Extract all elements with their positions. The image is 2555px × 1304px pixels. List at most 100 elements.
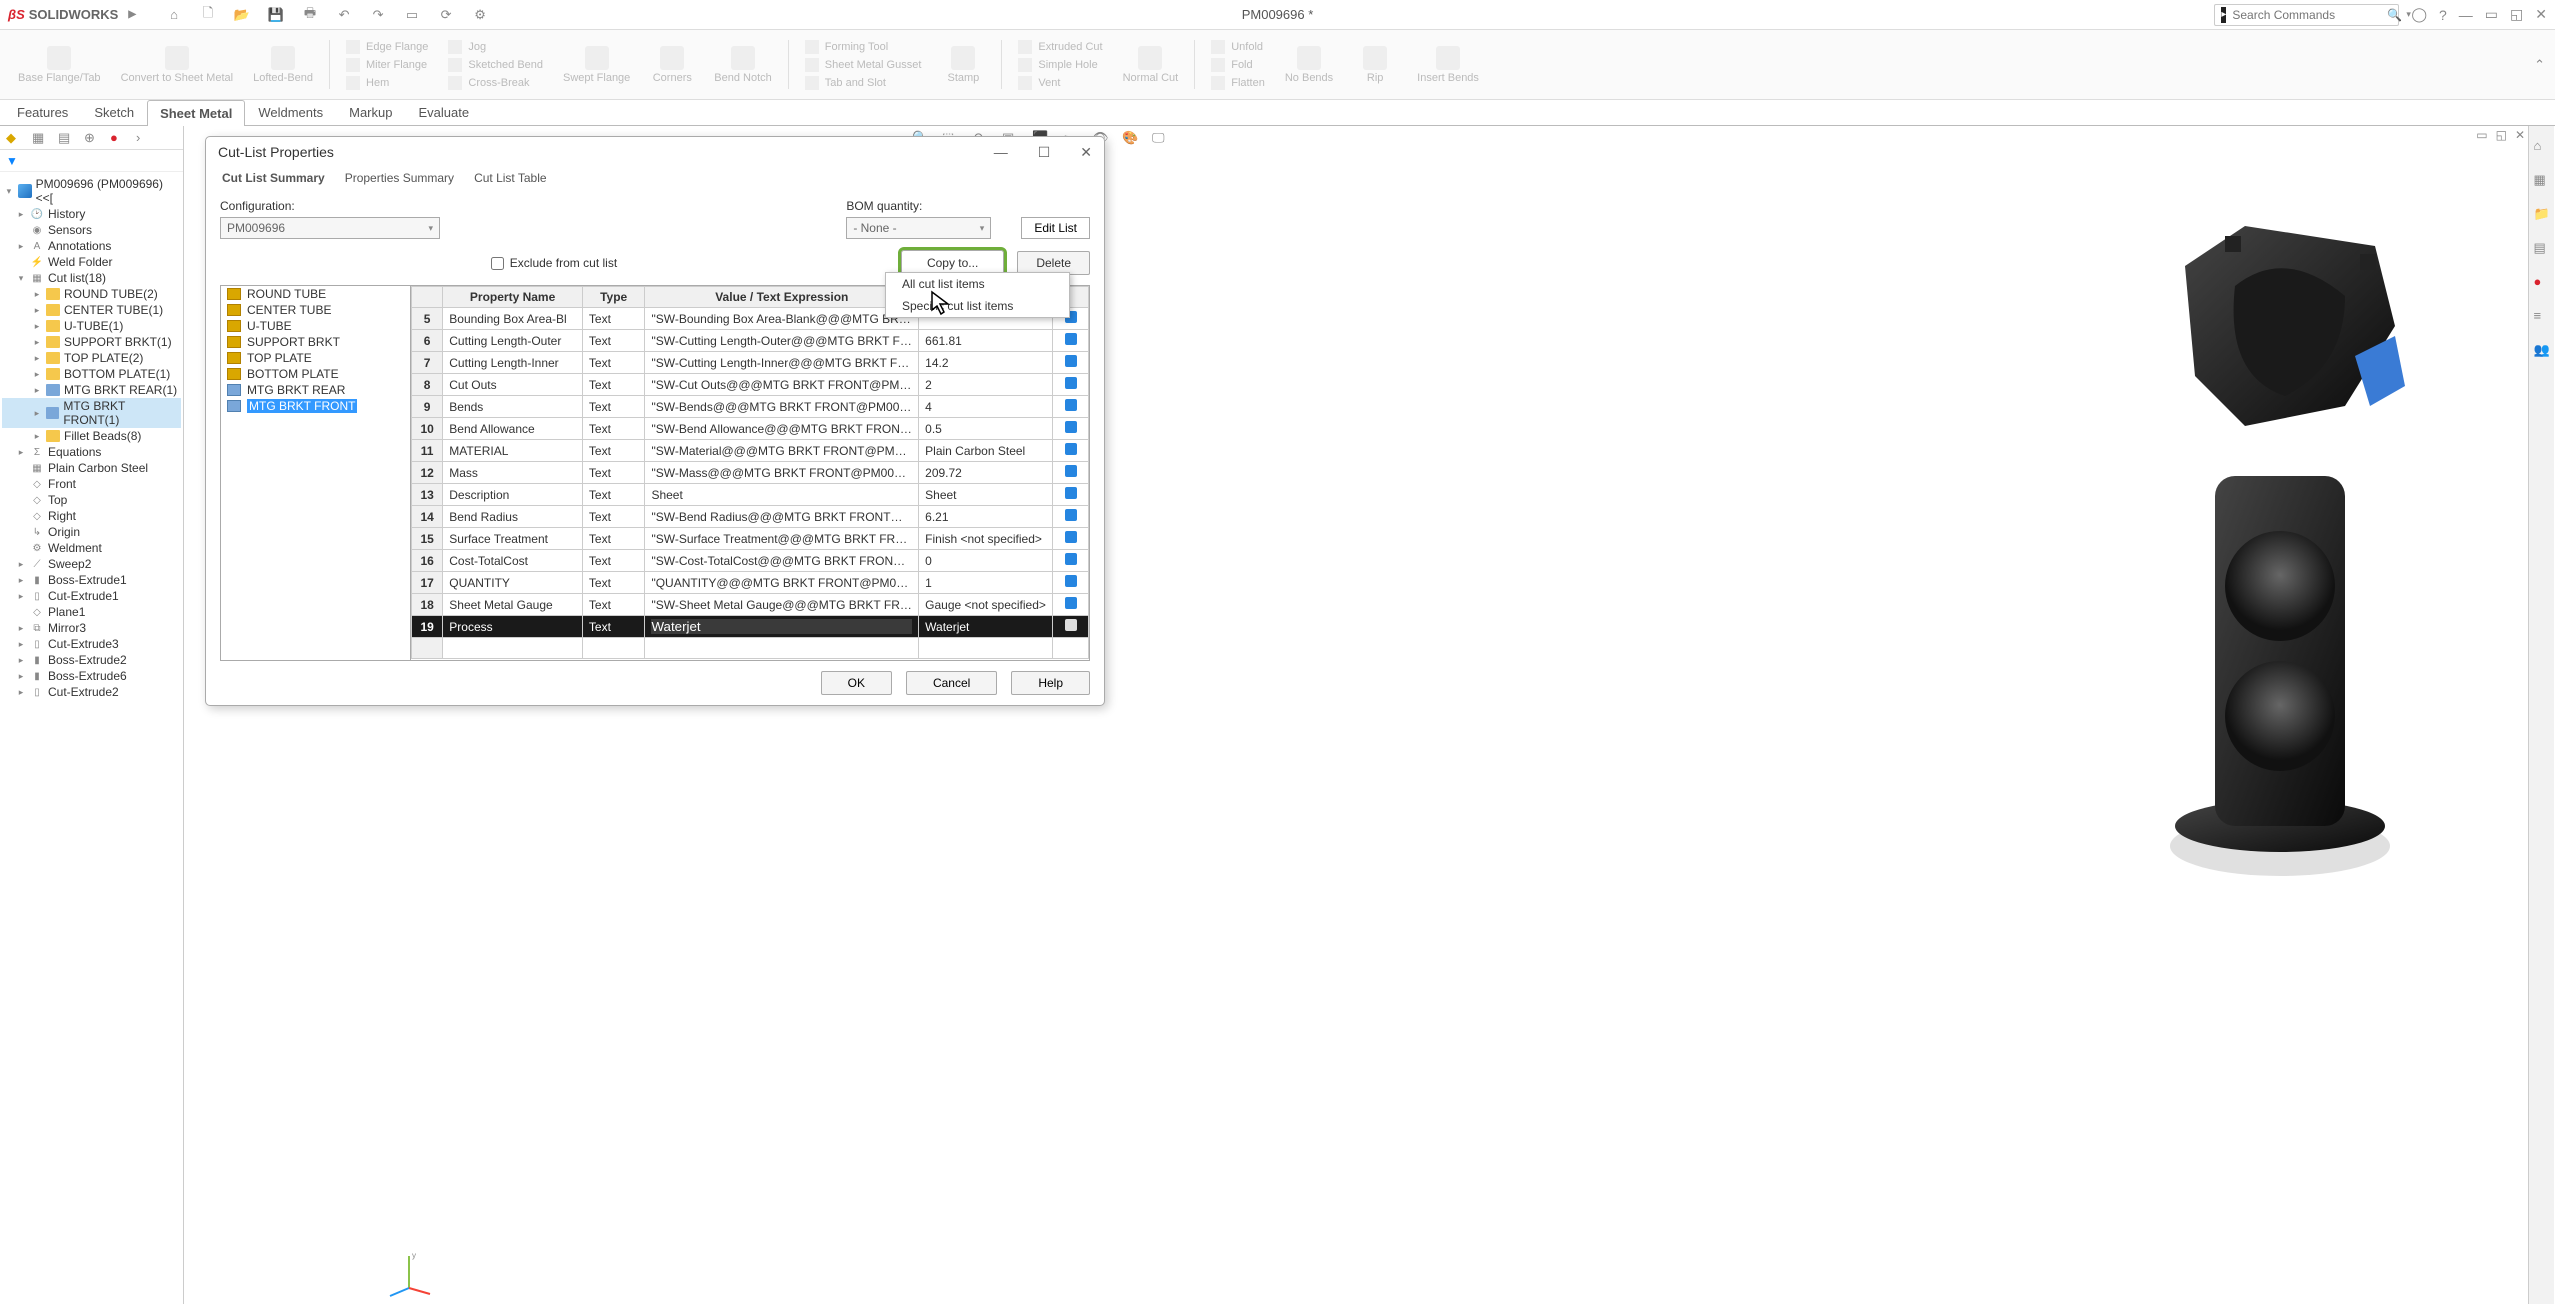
cell-type[interactable]: Text (582, 528, 645, 550)
fm-tab-display-icon[interactable]: ● (110, 130, 126, 146)
cell-property-name[interactable]: Cutting Length-Inner (443, 352, 583, 374)
cell-property-name[interactable]: Cut Outs (443, 374, 583, 396)
help-button[interactable]: Help (1011, 671, 1090, 695)
search-input[interactable] (2232, 8, 2387, 22)
rebuild-icon[interactable]: ⟳ (438, 7, 454, 23)
table-row[interactable]: 12MassText"SW-Mass@@@MTG BRKT FRONT@PM00… (412, 462, 1089, 484)
menu-specific-items[interactable]: Specific cut list items (886, 295, 1069, 317)
fm-tab-more-icon[interactable]: › (136, 130, 152, 146)
tab-sketch[interactable]: Sketch (81, 99, 147, 125)
cutlist-item[interactable]: CENTER TUBE (221, 302, 410, 318)
appearance-icon[interactable]: 🎨 (1122, 130, 1138, 146)
tree-bottom-plate[interactable]: ▸BOTTOM PLATE(1) (2, 366, 181, 382)
row-number[interactable]: 9 (412, 396, 443, 418)
row-number[interactable]: 6 (412, 330, 443, 352)
maximize-icon[interactable]: ◱ (2510, 6, 2523, 23)
tree-cut-ext3[interactable]: ▸▯Cut-Extrude3 (2, 636, 181, 652)
table-row[interactable]: 8Cut OutsText"SW-Cut Outs@@@MTG BRKT FRO… (412, 374, 1089, 396)
cell-link-check[interactable] (1053, 396, 1089, 418)
tree-plane1[interactable]: ▸◇Plane1 (2, 604, 181, 620)
cell-link-check[interactable] (1053, 462, 1089, 484)
cell-property-name[interactable]: Bend Radius (443, 506, 583, 528)
table-row[interactable]: 18Sheet Metal GaugeText"SW-Sheet Metal G… (412, 594, 1089, 616)
cell-type[interactable]: Text (582, 374, 645, 396)
tree-u-tube[interactable]: ▸U-TUBE(1) (2, 318, 181, 334)
cell-value-expr[interactable]: "SW-Bounding Box Area-Blank@@@MTG BRKT F (645, 308, 919, 330)
cell-property-name[interactable]: Bounding Box Area-Bl (443, 308, 583, 330)
table-row[interactable]: 16Cost-TotalCostText"SW-Cost-TotalCost@@… (412, 550, 1089, 572)
cell-type[interactable]: Text (582, 484, 645, 506)
cell-value-expr[interactable]: "SW-Cut Outs@@@MTG BRKT FRONT@PM0096 (645, 374, 919, 396)
cutlist-item[interactable]: TOP PLATE (221, 350, 410, 366)
tree-boss-ext6[interactable]: ▸▮Boss-Extrude6 (2, 668, 181, 684)
tree-boss-ext1[interactable]: ▸▮Boss-Extrude1 (2, 572, 181, 588)
tree-mtg-brkt-rear[interactable]: ▸MTG BRKT REAR(1) (2, 382, 181, 398)
cell-property-name[interactable]: Mass (443, 462, 583, 484)
table-row[interactable]: 17QUANTITYText"QUANTITY@@@MTG BRKT FRONT… (412, 572, 1089, 594)
cell-property-name[interactable]: Bends (443, 396, 583, 418)
table-row[interactable]: 19ProcessTextWaterjet (412, 616, 1089, 638)
cell-type[interactable]: Text (582, 462, 645, 484)
tree-right[interactable]: ▸◇Right (2, 508, 181, 524)
cell-value-expr[interactable]: "SW-Surface Treatment@@@MTG BRKT FRONT (645, 528, 919, 550)
exclude-checkbox[interactable]: Exclude from cut list (491, 256, 617, 270)
cell-type[interactable]: Text (582, 330, 645, 352)
row-number[interactable]: 15 (412, 528, 443, 550)
cell-link-check[interactable] (1053, 506, 1089, 528)
scene-icon[interactable]: 🖵 (1152, 130, 1168, 146)
restore-icon[interactable]: ▭ (2485, 6, 2498, 23)
tree-round-tube[interactable]: ▸ROUND TUBE(2) (2, 286, 181, 302)
tree-cut-ext1[interactable]: ▸▯Cut-Extrude1 (2, 588, 181, 604)
row-number[interactable]: 7 (412, 352, 443, 374)
cell-link-check[interactable] (1053, 550, 1089, 572)
cell-type[interactable]: Text (582, 396, 645, 418)
cell-link-check[interactable] (1053, 616, 1089, 638)
col-type[interactable]: Type (582, 287, 645, 308)
dialog-close-icon[interactable]: ✕ (1080, 144, 1092, 161)
minimize-icon[interactable]: — (2459, 7, 2473, 23)
table-row[interactable]: 10Bend AllowanceText"SW-Bend Allowance@@… (412, 418, 1089, 440)
table-row[interactable] (412, 638, 1089, 659)
dialog-maximize-icon[interactable]: ☐ (1038, 144, 1051, 161)
dialog-tab-table[interactable]: Cut List Table (472, 167, 549, 191)
app-menu-caret[interactable]: ▶ (128, 9, 136, 20)
cancel-button[interactable]: Cancel (906, 671, 997, 695)
tab-sheet-metal[interactable]: Sheet Metal (147, 100, 245, 126)
tab-evaluate[interactable]: Evaluate (405, 99, 482, 125)
tree-top[interactable]: ▸◇Top (2, 492, 181, 508)
bom-select[interactable]: - None -▾ (846, 217, 991, 239)
tab-features[interactable]: Features (4, 99, 81, 125)
cutlist-item[interactable]: U-TUBE (221, 318, 410, 334)
cell-property-name[interactable]: Bend Allowance (443, 418, 583, 440)
cell-property-name[interactable]: Cost-TotalCost (443, 550, 583, 572)
cell-link-check[interactable] (1053, 572, 1089, 594)
tree-sensors[interactable]: ▸◉Sensors (2, 222, 181, 238)
cell-link-check[interactable] (1053, 594, 1089, 616)
tree-front[interactable]: ▸◇Front (2, 476, 181, 492)
tree-cut-list[interactable]: ▾▦Cut list(18) (2, 270, 181, 286)
fm-tab-feature-icon[interactable]: ◆ (6, 130, 22, 146)
dialog-minimize-icon[interactable]: — (994, 144, 1008, 161)
cell-property-name[interactable]: Process (443, 616, 583, 638)
cell-value-expr[interactable] (645, 616, 919, 638)
user-icon[interactable]: ◯ (2411, 6, 2427, 23)
col-value-expr[interactable]: Value / Text Expression (645, 287, 919, 308)
table-row[interactable]: 6Cutting Length-OuterText"SW-Cutting Len… (412, 330, 1089, 352)
cell-type[interactable]: Text (582, 440, 645, 462)
tp-custom-props-icon[interactable]: ≡ (2534, 308, 2550, 324)
cell-link-check[interactable] (1053, 484, 1089, 506)
cell-property-name[interactable]: QUANTITY (443, 572, 583, 594)
canv-close-icon[interactable]: ✕ (2515, 128, 2525, 142)
table-row[interactable]: 13DescriptionTextSheetSheet (412, 484, 1089, 506)
tab-markup[interactable]: Markup (336, 99, 405, 125)
cell-link-check[interactable] (1053, 440, 1089, 462)
tree-weld-folder[interactable]: ▸⚡Weld Folder (2, 254, 181, 270)
cell-value-expr[interactable]: Sheet (645, 484, 919, 506)
tree-origin[interactable]: ▸↳Origin (2, 524, 181, 540)
col-property-name[interactable]: Property Name (443, 287, 583, 308)
menu-all-items[interactable]: All cut list items (886, 273, 1069, 295)
tp-resources-icon[interactable]: ⌂ (2534, 138, 2550, 154)
row-number[interactable]: 19 (412, 616, 443, 638)
row-number[interactable]: 5 (412, 308, 443, 330)
search-dropdown-icon[interactable]: ▾ (2406, 9, 2411, 20)
